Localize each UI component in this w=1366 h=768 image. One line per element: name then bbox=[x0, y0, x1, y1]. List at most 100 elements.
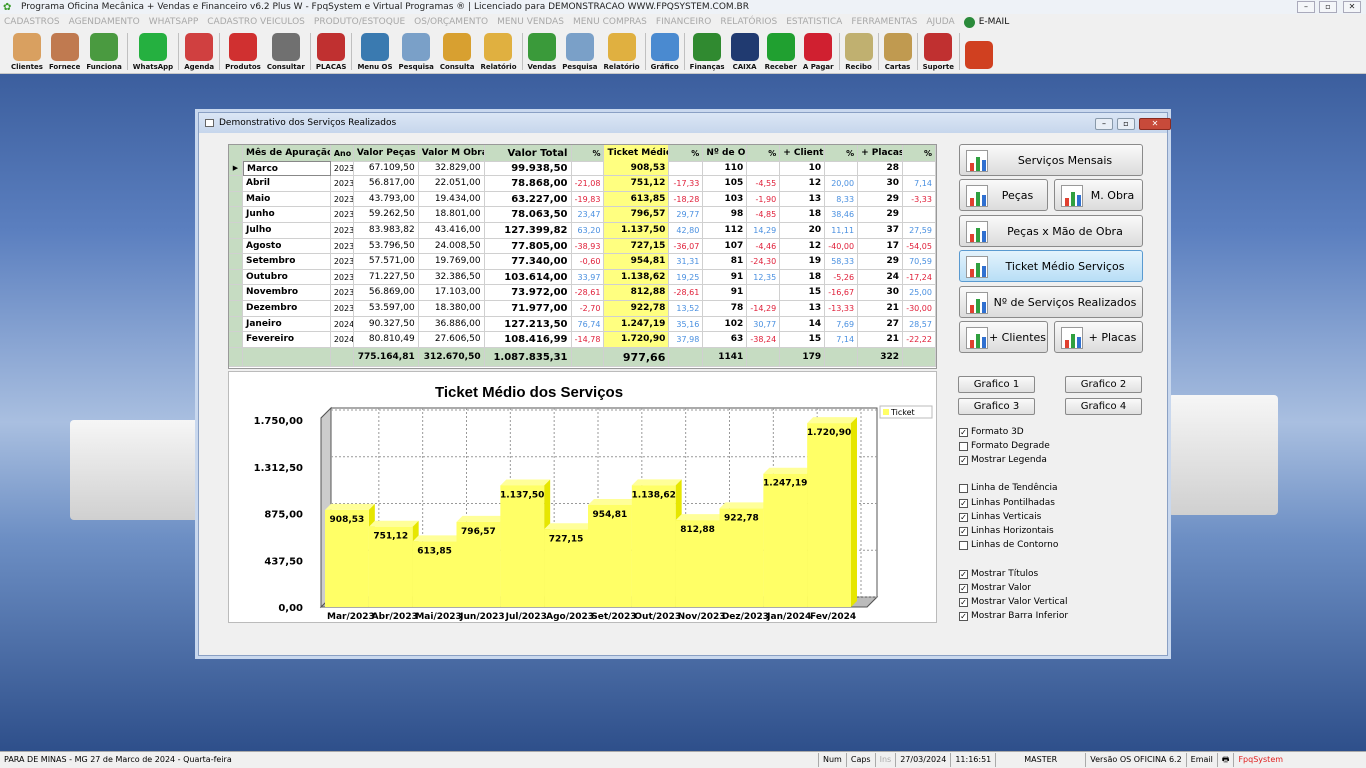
toolbar-button-pesquisa[interactable]: Pesquisa bbox=[559, 30, 600, 73]
menu-item-cadastro-veiculos[interactable]: CADASTRO VEICULOS bbox=[207, 17, 305, 27]
toolbar-button-caixa[interactable]: CAIXA bbox=[728, 30, 762, 73]
table-row[interactable]: Setembro 2023 57.571,00 19.769,00 77.340,00-… bbox=[229, 254, 936, 270]
maximize-button[interactable]: ▫ bbox=[1319, 1, 1337, 13]
toolbar-button-fornece[interactable]: Fornece bbox=[46, 30, 83, 73]
table-row[interactable]: Outubro 2023 71.227,50 32.386,50 103.614,00 3… bbox=[229, 269, 936, 286]
toolbar-button-gr-fico[interactable]: Gráfico bbox=[648, 30, 682, 73]
checkbox[interactable]: ✓ bbox=[959, 498, 968, 508]
table-row[interactable]: Abril 2023 56.817,00 22.051,00 78.868,00 -21,… bbox=[229, 176, 936, 192]
column-header[interactable]: % bbox=[669, 145, 704, 162]
minimize-button[interactable]: – bbox=[1297, 1, 1315, 13]
menu-item-agendamento[interactable]: AGENDAMENTO bbox=[69, 17, 140, 27]
toolbar-button-consultar[interactable]: Consultar bbox=[264, 30, 308, 73]
column-header[interactable]: % bbox=[571, 145, 605, 162]
column-header[interactable]: Ano bbox=[330, 145, 354, 162]
menu-item-ferramentas[interactable]: FERRAMENTAS bbox=[851, 17, 917, 27]
column-header[interactable]: + Placas bbox=[858, 145, 904, 162]
table-row[interactable]: Agosto 2023 53.796,50 24.008,50 77.805,00 -38… bbox=[229, 238, 936, 255]
column-header[interactable]: % bbox=[903, 145, 936, 162]
checkbox[interactable]: ✓ bbox=[959, 526, 968, 536]
column-header[interactable]: Nº de OS bbox=[703, 145, 748, 162]
option-mostrar-titulos[interactable]: ✓ Mostrar Títulos bbox=[959, 569, 1038, 579]
toolbar-button-menu-os[interactable]: Menu OS bbox=[354, 30, 395, 73]
column-header[interactable]: Ticket Médio bbox=[604, 145, 670, 162]
option-formato-3d[interactable]: ✓ Formato 3D bbox=[959, 427, 1024, 437]
report-button-ticket-m-dio-servi-os[interactable]: Ticket Médio Serviços bbox=[959, 250, 1143, 282]
report-button-clientes[interactable]: + Clientes bbox=[959, 321, 1048, 353]
menu-item-email[interactable]: E-MAIL bbox=[963, 16, 1019, 28]
toolbar-button-receber[interactable]: Receber bbox=[762, 30, 800, 73]
toolbar-button-clientes[interactable]: Clientes bbox=[8, 30, 46, 73]
toolbar-button-vendas[interactable]: Vendas bbox=[525, 30, 560, 73]
option-mostrar-legenda[interactable]: ✓ Mostrar Legenda bbox=[959, 455, 1047, 465]
status-email[interactable]: Email bbox=[1185, 753, 1217, 767]
report-button-placas[interactable]: + Placas bbox=[1054, 321, 1143, 353]
table-row[interactable]: Dezembro 2023 53.597,00 18.380,00 71.977,00-… bbox=[229, 300, 936, 317]
graph-button-3[interactable]: Grafico 3 bbox=[958, 398, 1035, 415]
menu-item-ajuda[interactable]: AJUDA bbox=[926, 17, 954, 27]
column-header[interactable]: + Clientes bbox=[780, 145, 826, 162]
menu-item-menu-vendas[interactable]: MENU VENDAS bbox=[497, 17, 564, 27]
table-row[interactable]: Novembro 2023 56.869,00 17.103,00 73.972,00-… bbox=[229, 285, 936, 301]
report-button-servi-os-mensais[interactable]: Serviços Mensais bbox=[959, 144, 1143, 176]
toolbar-button-pesquisa[interactable]: Pesquisa bbox=[396, 30, 437, 73]
table-row[interactable]: Fevereiro 2024 80.810,49 27.606,50 108.416,9… bbox=[229, 332, 936, 348]
option-formato-degrade[interactable]: Formato Degrade bbox=[959, 441, 1050, 451]
option-linhas-pontilhadas[interactable]: ✓ Linhas Pontilhadas bbox=[959, 498, 1055, 508]
checkbox[interactable]: ✓ bbox=[959, 597, 968, 607]
table-row[interactable]: ▶ Marco 2023 67.109,50 32.829,00 99.938,50 908… bbox=[229, 160, 936, 177]
toolbar-button-finan-as[interactable]: Finanças bbox=[687, 30, 728, 73]
checkbox[interactable]: ✓ bbox=[959, 427, 968, 437]
column-header[interactable]: Mês de Apuração bbox=[242, 145, 331, 162]
toolbar-button-exit[interactable] bbox=[962, 30, 996, 73]
table-row[interactable]: Julho 2023 83.983,82 43.416,00 127.399,82 63,… bbox=[229, 222, 936, 239]
option-mostrar-barra-inferior[interactable]: ✓ Mostrar Barra Inferior bbox=[959, 611, 1068, 621]
checkbox[interactable]: ✓ bbox=[959, 583, 968, 593]
option-mostrar-valor-vertical[interactable]: ✓ Mostrar Valor Vertical bbox=[959, 597, 1068, 607]
printer-icon[interactable]: 🖶 bbox=[1216, 753, 1234, 767]
menu-item-cadastros[interactable]: CADASTROS bbox=[4, 17, 60, 27]
column-header[interactable]: Valor Peças bbox=[353, 145, 419, 162]
toolbar-button-cartas[interactable]: Cartas bbox=[881, 30, 915, 73]
toolbar-button-suporte[interactable]: Suporte bbox=[920, 30, 957, 73]
toolbar-button-placas[interactable]: PLACAS bbox=[313, 30, 350, 73]
table-row[interactable]: Junho 2023 59.262,50 18.801,00 78.063,50 23,4… bbox=[229, 207, 936, 223]
toolbar-button-agenda[interactable]: Agenda bbox=[181, 30, 217, 73]
column-header[interactable]: % bbox=[825, 145, 859, 162]
menu-item-menu-compras[interactable]: MENU COMPRAS bbox=[573, 17, 647, 27]
option-linhas-verticais[interactable]: ✓ Linhas Verticais bbox=[959, 512, 1041, 522]
option-mostrar-valor[interactable]: ✓ Mostrar Valor bbox=[959, 583, 1031, 593]
toolbar-button-recibo[interactable]: Recibo bbox=[842, 30, 876, 73]
graph-button-2[interactable]: Grafico 2 bbox=[1065, 376, 1142, 393]
menu-item-os-or-amento[interactable]: OS/ORÇAMENTO bbox=[414, 17, 488, 27]
toolbar-button-funciona[interactable]: Funciona bbox=[83, 30, 124, 73]
dialog-close-button[interactable]: ✕ bbox=[1139, 118, 1171, 130]
toolbar-button-produtos[interactable]: Produtos bbox=[222, 30, 264, 73]
toolbar-button-relat-rio[interactable]: Relatório bbox=[601, 30, 643, 73]
option-linhas-de-contorno[interactable]: Linhas de Contorno bbox=[959, 540, 1058, 550]
report-button-pe-as-x-m-o-de-obra[interactable]: Peças x Mão de Obra bbox=[959, 215, 1143, 247]
menu-item-relat-rios[interactable]: RELATÓRIOS bbox=[720, 17, 777, 27]
table-row[interactable]: Janeiro 2024 90.327,50 36.886,00 127.213,50 7… bbox=[229, 316, 936, 333]
column-header[interactable]: Valor M Obra bbox=[418, 145, 485, 162]
dialog-minimize-button[interactable]: – bbox=[1095, 118, 1113, 130]
toolbar-button-consulta[interactable]: Consulta bbox=[437, 30, 478, 73]
checkbox[interactable]: ✓ bbox=[959, 569, 968, 579]
menu-item-whatsapp[interactable]: WHATSAPP bbox=[149, 17, 199, 27]
menu-item-estatistica[interactable]: ESTATISTICA bbox=[786, 17, 842, 27]
close-button[interactable]: ✕ bbox=[1343, 1, 1361, 13]
graph-button-4[interactable]: Grafico 4 bbox=[1065, 398, 1142, 415]
column-header[interactable]: Valor Total bbox=[484, 145, 572, 162]
menu-item-produto-estoque[interactable]: PRODUTO/ESTOQUE bbox=[314, 17, 405, 27]
toolbar-button-a-pagar[interactable]: A Pagar bbox=[800, 30, 837, 73]
checkbox[interactable] bbox=[959, 483, 968, 493]
dialog-maximize-button[interactable]: ▫ bbox=[1117, 118, 1135, 130]
checkbox[interactable] bbox=[959, 441, 968, 451]
report-button-pe-as[interactable]: Peças bbox=[959, 179, 1048, 211]
table-row[interactable]: Maio 2023 43.793,00 19.434,00 63.227,00 -19,8… bbox=[229, 191, 936, 208]
checkbox[interactable]: ✓ bbox=[959, 611, 968, 621]
toolbar-button-relat-rio[interactable]: Relatório bbox=[477, 30, 519, 73]
menu-item-financeiro[interactable]: FINANCEIRO bbox=[656, 17, 711, 27]
option-linhas-horizontais[interactable]: ✓ Linhas Horizontais bbox=[959, 526, 1054, 536]
checkbox[interactable]: ✓ bbox=[959, 455, 968, 465]
